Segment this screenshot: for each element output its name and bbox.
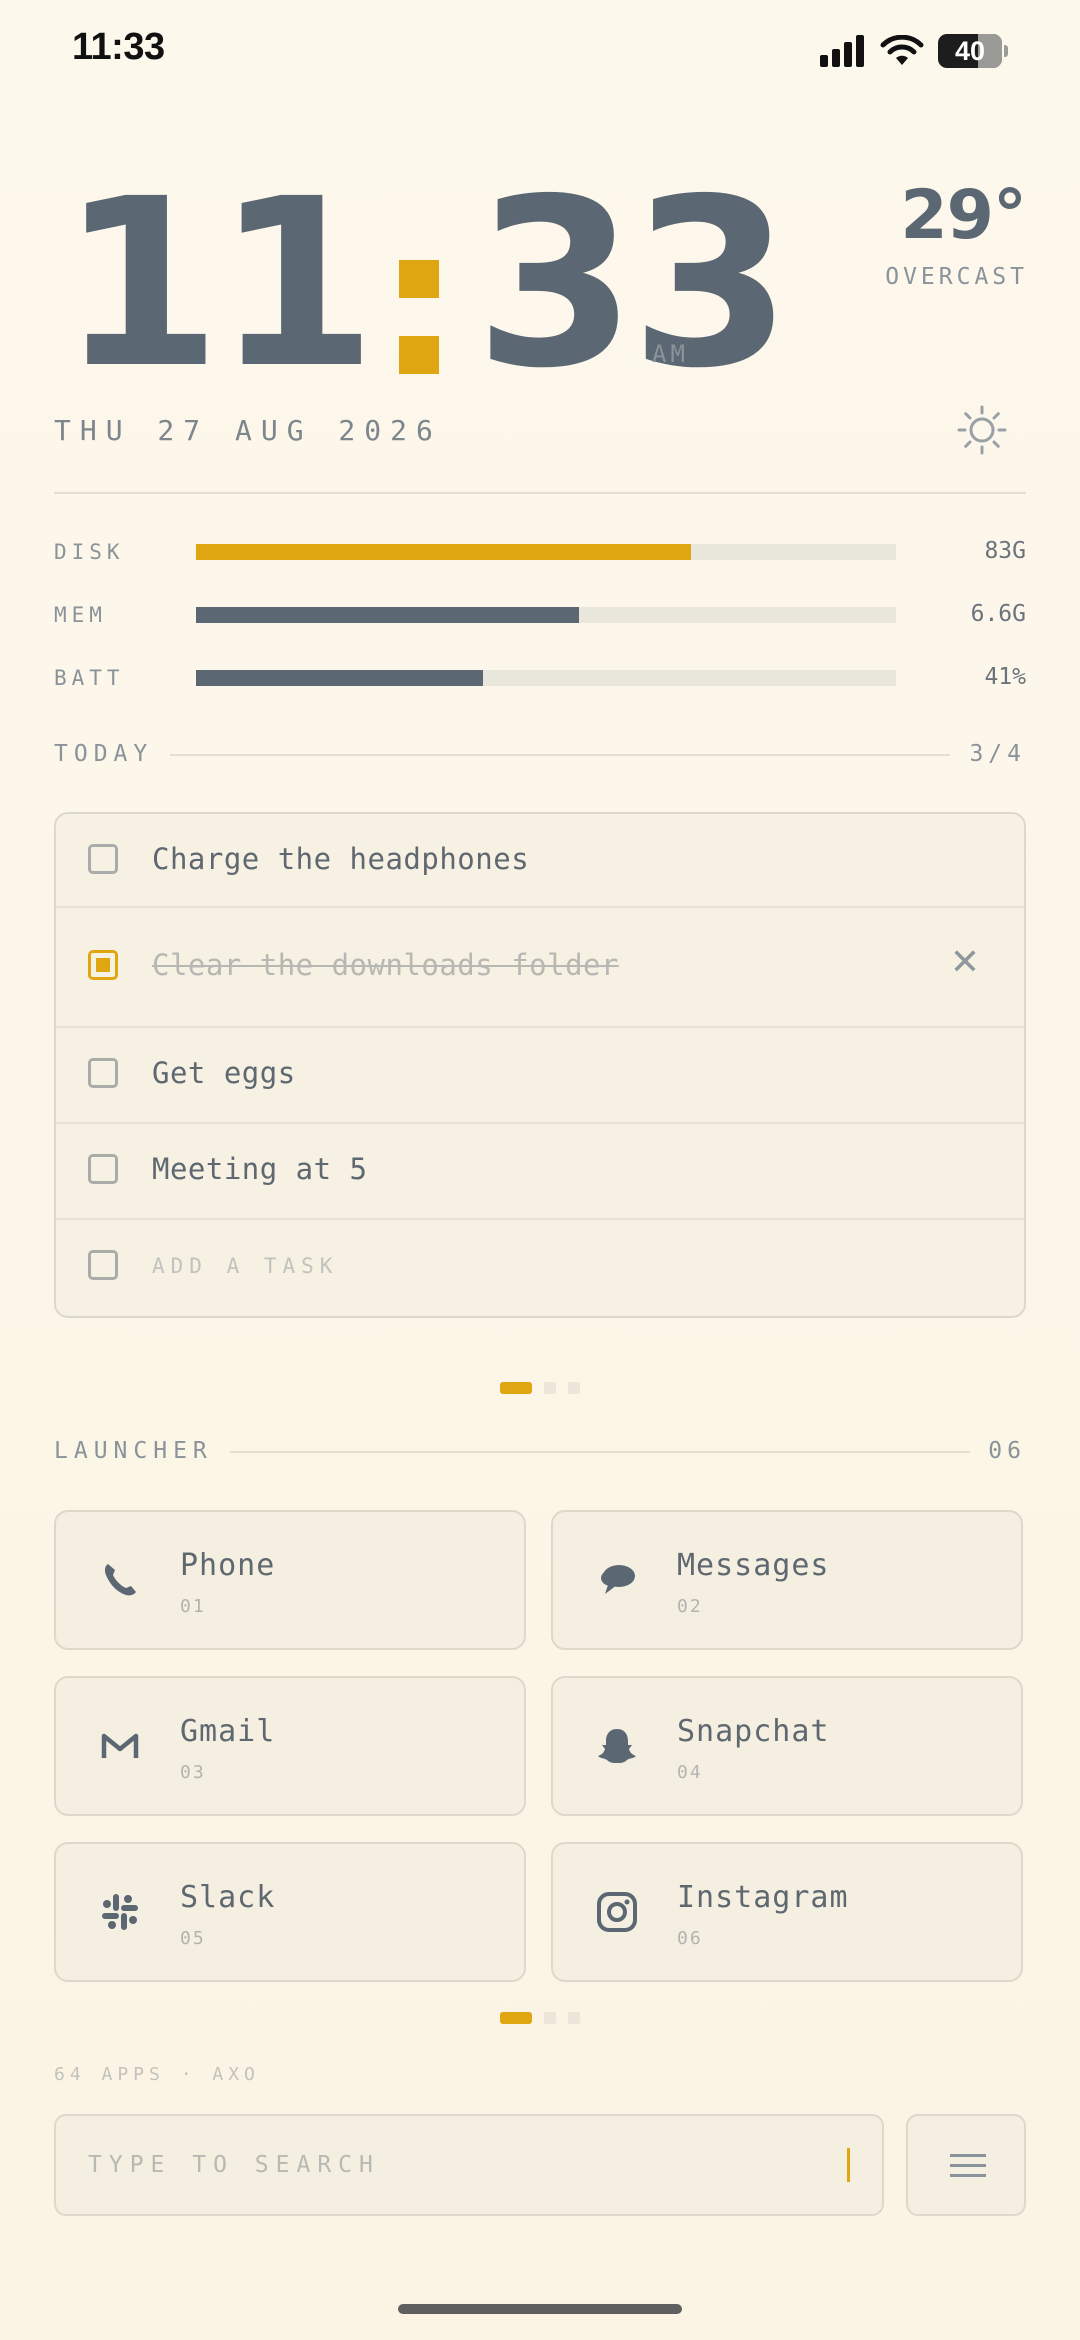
task-checkbox-checked[interactable] (88, 950, 118, 980)
snapchat-icon (598, 1729, 636, 1763)
app-name: Slack (180, 1880, 276, 1915)
stat-label-mem: MEM (54, 603, 107, 627)
search-placeholder: TYPE TO SEARCH (88, 2152, 380, 2178)
phone-icon (104, 1564, 136, 1596)
temperature: 29° (900, 176, 1027, 255)
search-input[interactable]: TYPE TO SEARCH (54, 2114, 884, 2216)
today-count: 3/4 (969, 741, 1026, 767)
add-task-row[interactable]: ADD A TASK (56, 1218, 1024, 1316)
gmail-icon (101, 1733, 139, 1758)
weather-condition: OVERCAST (885, 264, 1028, 290)
page-dot-active[interactable] (500, 2012, 532, 2024)
app-number: 01 (180, 1596, 206, 1617)
add-task-input[interactable]: ADD A TASK (152, 1254, 338, 1278)
status-bar-time: 11:33 (72, 26, 165, 68)
task-item[interactable]: Get eggs (56, 1026, 1024, 1124)
battery-icon: 40 (938, 34, 1008, 68)
task-text: Get eggs (152, 1056, 296, 1090)
launcher-divider (230, 1451, 970, 1453)
task-item[interactable]: Clear the downloads folder ✕ (56, 906, 1024, 1028)
app-number: 06 (677, 1928, 703, 1949)
stat-value-batt: 41% (984, 664, 1026, 690)
date: THU 27 AUG 2026 (54, 414, 442, 447)
app-name: Snapchat (677, 1714, 830, 1749)
app-number: 03 (180, 1762, 206, 1783)
task-text: Meeting at 5 (152, 1152, 368, 1186)
delete-task-icon[interactable]: ✕ (950, 942, 980, 983)
app-name: Instagram (677, 1880, 849, 1915)
app-tile-slack[interactable]: Slack 05 (54, 1842, 526, 1982)
app-tile-instagram[interactable]: Instagram 06 (551, 1842, 1023, 1982)
task-list: Charge the headphones Clear the download… (54, 812, 1026, 1318)
sun-icon[interactable] (956, 404, 1008, 456)
messages-icon (601, 1565, 635, 1594)
page-dot-active[interactable] (500, 1382, 532, 1394)
cellular-signal-icon (820, 35, 864, 67)
clock-hours: 11 (60, 149, 377, 419)
launcher-count: 06 (988, 1438, 1026, 1464)
app-name: Phone (180, 1548, 276, 1583)
launcher-label: LAUNCHER (54, 1438, 213, 1464)
task-text: Charge the headphones (152, 842, 530, 876)
clock-ampm: AM (652, 340, 689, 368)
app-number: 05 (180, 1928, 206, 1949)
today-label: TODAY (54, 741, 154, 767)
menu-button[interactable] (906, 2114, 1026, 2216)
stat-value-disk: 83G (984, 538, 1026, 564)
stat-bar-batt (196, 670, 896, 686)
app-tile-gmail[interactable]: Gmail 03 (54, 1676, 526, 1816)
divider (54, 492, 1026, 494)
today-divider (170, 754, 950, 756)
task-checkbox[interactable] (88, 1154, 118, 1184)
app-tile-messages[interactable]: Messages 02 (551, 1510, 1023, 1650)
app-name: Gmail (180, 1714, 276, 1749)
instagram-icon (597, 1892, 637, 1932)
page-dot[interactable] (544, 1382, 556, 1394)
wifi-icon (880, 35, 924, 65)
clock-minutes: 33 (474, 149, 792, 419)
app-tile-snapchat[interactable]: Snapchat 04 (551, 1676, 1023, 1816)
status-bar-icons: 40 (820, 34, 1008, 68)
task-item[interactable]: Charge the headphones (56, 814, 1024, 908)
app-count-note: 64 APPS · AXO (54, 2064, 260, 2085)
app-number: 04 (677, 1762, 703, 1783)
page-dot[interactable] (568, 2012, 580, 2024)
task-page-indicator (500, 1382, 580, 1394)
battery-level: 40 (954, 35, 986, 66)
task-checkbox[interactable] (88, 844, 118, 874)
clock-colon (375, 200, 471, 400)
task-item[interactable]: Meeting at 5 (56, 1122, 1024, 1220)
stat-bar-mem (196, 607, 896, 623)
app-tile-phone[interactable]: Phone 01 (54, 1510, 526, 1650)
add-task-checkbox (88, 1250, 118, 1280)
app-name: Messages (677, 1548, 830, 1583)
stat-label-disk: DISK (54, 540, 125, 564)
stat-bar-disk (196, 544, 896, 560)
stat-label-batt: BATT (54, 666, 125, 690)
text-cursor (847, 2148, 850, 2182)
stat-value-mem: 6.6G (970, 601, 1026, 627)
task-checkbox[interactable] (88, 1058, 118, 1088)
launcher-page-indicator (500, 2012, 580, 2024)
slack-icon (102, 1894, 138, 1930)
app-number: 02 (677, 1596, 703, 1617)
page-dot[interactable] (568, 1382, 580, 1394)
home-indicator[interactable] (398, 2304, 682, 2314)
task-text-done: Clear the downloads folder (152, 948, 619, 982)
page-dot[interactable] (544, 2012, 556, 2024)
